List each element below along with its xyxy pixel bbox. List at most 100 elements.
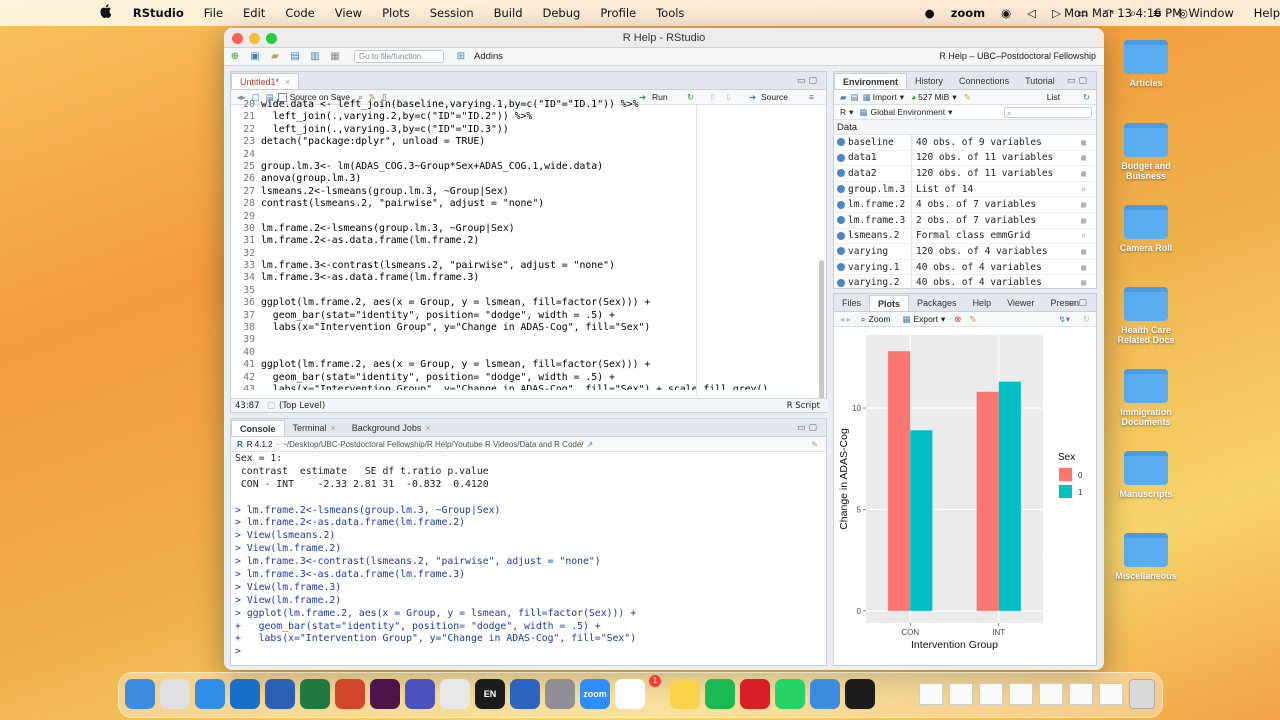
code-line[interactable]: 35 <box>231 285 828 297</box>
print-icon[interactable]: ▦ <box>328 51 342 63</box>
dock-app-slack-icon[interactable] <box>370 679 400 709</box>
env-row[interactable]: group.lm.3 List of 14 ⌕ <box>834 181 1096 198</box>
clear-plots-icon[interactable]: ✎ <box>969 314 976 325</box>
close-tab-icon[interactable]: × <box>425 423 430 433</box>
zoom-plot-button[interactable]: Zoom <box>869 314 891 324</box>
tab-help[interactable]: Help <box>965 295 1000 311</box>
load-workspace-icon[interactable]: ▰ <box>840 92 847 103</box>
view-table-icon[interactable]: ▦ <box>1081 138 1086 147</box>
tab-history[interactable]: History <box>907 73 951 89</box>
view-table-icon[interactable]: ▦ <box>1081 247 1086 256</box>
editor-scrollbar[interactable] <box>819 260 824 410</box>
view-table-icon[interactable]: ▦ <box>1081 169 1086 178</box>
env-row[interactable]: varying.2 40 obs. of 4 variables ▦ <box>834 275 1096 291</box>
code-line[interactable]: 20 wide.data <- left_join(baseline,varyin… <box>231 99 828 111</box>
memory-usage[interactable]: 527 MiB <box>918 92 949 102</box>
import-dataset-menu[interactable]: Import <box>873 92 897 102</box>
dock-app-r-icon[interactable] <box>510 679 540 709</box>
tab-viewer[interactable]: Viewer <box>999 295 1042 311</box>
code-line[interactable]: 22 left_join(.,varying.3,by=c("ID"="ID.3… <box>231 124 828 136</box>
tab-environment[interactable]: Environment <box>834 73 908 89</box>
import-icon[interactable]: ▦ <box>863 92 871 103</box>
clear-workspace-icon[interactable]: ✎ <box>964 92 971 103</box>
code-line[interactable]: 38 labs(x="Intervention Group", y="Chang… <box>231 322 828 334</box>
project-menu[interactable]: R Help – UBC–Postdoctoral Fellowship <box>939 51 1096 61</box>
open-file-icon[interactable]: ▰ <box>268 51 282 63</box>
menubar-clock[interactable]: Mon Mar 13 4:16 PM <box>1064 6 1182 20</box>
expand-icon[interactable] <box>837 185 845 194</box>
sound-icon[interactable]: ◁ <box>1027 6 1036 20</box>
desktop-folder[interactable]: Miscellaneous <box>1106 533 1186 581</box>
save-workspace-icon[interactable]: ▤ <box>851 92 859 103</box>
env-row[interactable]: baseline 40 obs. of 9 variables ▦ <box>834 135 1096 151</box>
code-line[interactable]: 32 <box>231 248 828 260</box>
dock-app-quicktime-icon[interactable] <box>845 679 875 709</box>
go-to-directory-icon[interactable]: ↗ <box>587 440 594 449</box>
pane-minmax-icon[interactable]: ▭▢ <box>1067 297 1090 308</box>
tab-background-jobs[interactable]: Background Jobs × <box>344 420 439 436</box>
pane-minmax-icon[interactable]: ▭▢ <box>797 422 820 433</box>
dock-recent-document-icon[interactable] <box>919 683 943 705</box>
tab-untitled1[interactable]: Untitled1* × <box>231 73 300 89</box>
inspect-icon[interactable]: ⌕ <box>1081 185 1086 194</box>
code-line[interactable]: 31 lm.frame.2<-as.data.frame(lm.frame.2) <box>231 235 828 247</box>
remove-plot-icon[interactable]: ⊗ <box>954 314 961 325</box>
dock-app-excel-icon[interactable] <box>300 679 330 709</box>
menu-code[interactable]: Code <box>285 6 314 20</box>
dock-recent-document-icon[interactable] <box>949 683 973 705</box>
dock-recent-document-icon[interactable] <box>1039 683 1063 705</box>
env-row[interactable]: lm.frame.3 2 obs. of 7 variables ▦ <box>834 212 1096 229</box>
dock-app-safari-icon[interactable] <box>195 679 225 709</box>
dock-recent-document-icon[interactable] <box>1009 683 1033 705</box>
expand-icon[interactable] <box>837 216 845 225</box>
export-menu[interactable]: Export <box>913 314 938 324</box>
export-icon[interactable]: ▦ <box>902 314 910 325</box>
menu-build[interactable]: Build <box>494 6 523 20</box>
tab-files[interactable]: Files <box>834 295 869 311</box>
close-window-button[interactable] <box>232 33 243 44</box>
accessibility-icon[interactable]: ◉ <box>1001 6 1011 20</box>
dock-app-word-icon[interactable] <box>265 679 295 709</box>
desktop-folder[interactable]: Manuscripts <box>1106 451 1186 499</box>
code-line[interactable]: 34 lm.frame.3<-as.data.frame(lm.frame.3) <box>231 272 828 284</box>
dock-app-xcode-icon[interactable] <box>810 679 840 709</box>
record-icon[interactable]: ● <box>925 6 935 20</box>
env-row[interactable]: varying 120 obs. of 4 variables ▦ <box>834 244 1096 260</box>
menu-help[interactable]: Help <box>1254 6 1280 20</box>
expand-icon[interactable] <box>837 169 845 178</box>
code-line[interactable]: 33 lm.frame.3<-contrast(lsmeans.2, "pairw… <box>231 260 828 272</box>
zoom-window-button[interactable] <box>266 33 277 44</box>
scope-select[interactable]: Global Environment <box>870 107 945 117</box>
goto-file-input[interactable]: Go to file/function <box>354 50 444 63</box>
dock-app-chrome-icon[interactable] <box>440 679 470 709</box>
pane-minmax-icon[interactable]: ▭▢ <box>1067 75 1090 86</box>
env-row[interactable]: lsmeans.2 Formal class emmGrid ⌕ <box>834 228 1096 245</box>
code-line[interactable]: 37 geom_bar(stat="identity", position= "… <box>231 310 828 322</box>
tab-packages[interactable]: Packages <box>909 295 965 311</box>
dock-app-zoom-icon[interactable]: zoom <box>580 679 610 709</box>
desktop-folder[interactable]: Immigration Documents <box>1106 369 1186 427</box>
language-select[interactable]: R <box>840 107 846 117</box>
tab-terminal[interactable]: Terminal × <box>285 420 344 436</box>
code-line[interactable]: 25 group.lm.3<- lm(ADAS_COG.3~Group*Sex+A… <box>231 161 828 173</box>
code-line[interactable]: 43 labs(x="Intervention Group", y="Chang… <box>231 384 828 390</box>
env-search-input[interactable]: ⌕ <box>1004 107 1092 118</box>
app-name-menu[interactable]: RStudio <box>133 6 184 20</box>
expand-icon[interactable] <box>837 263 845 272</box>
menu-plots[interactable]: Plots <box>382 6 410 20</box>
zoom-icon[interactable]: ⌕ <box>861 314 866 325</box>
env-row[interactable]: data2 120 obs. of 11 variables ▦ <box>834 166 1096 182</box>
expand-icon[interactable] <box>837 138 845 147</box>
scope-selector[interactable]: (Top Level) <box>279 401 325 411</box>
code-line[interactable]: 30 lm.frame.2<-lsmeans(group.lm.3, ~Group… <box>231 223 828 235</box>
play-icon[interactable]: ▷ <box>1052 6 1061 20</box>
dock-app-outlook-icon[interactable] <box>230 679 260 709</box>
dock-app-spotify-icon[interactable] <box>705 679 735 709</box>
code-line[interactable]: 29 <box>231 211 828 223</box>
dock-recent-document-icon[interactable] <box>979 683 1003 705</box>
dock-app-calendar-icon[interactable] <box>615 679 645 709</box>
code-line[interactable]: 39 <box>231 334 828 346</box>
save-icon[interactable]: ▤ <box>288 51 302 63</box>
minimize-window-button[interactable] <box>249 33 260 44</box>
dock-app-acrobat-icon[interactable] <box>740 679 770 709</box>
